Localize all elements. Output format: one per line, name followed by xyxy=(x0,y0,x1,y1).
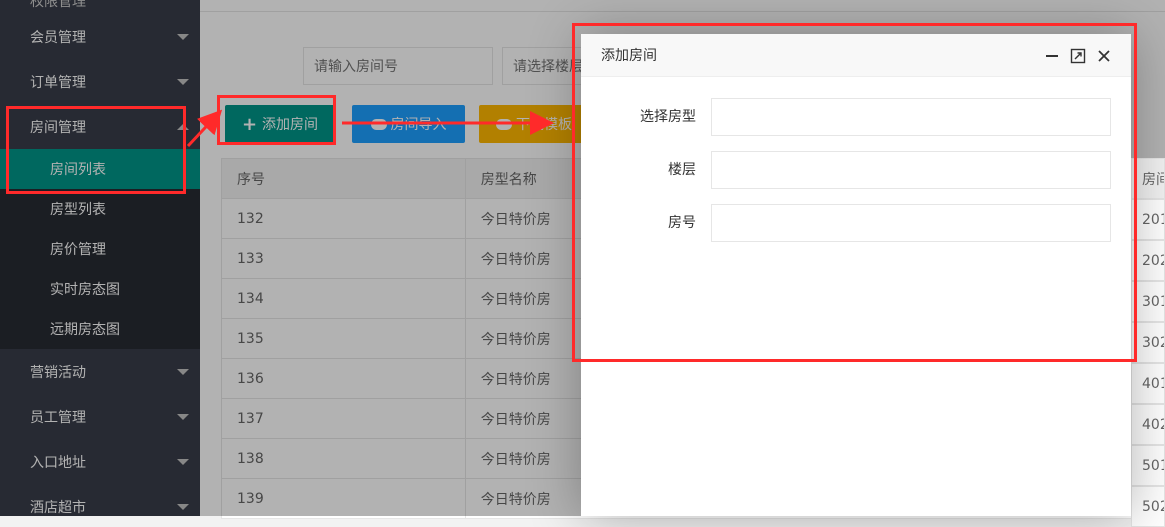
close-icon[interactable] xyxy=(1093,45,1115,67)
cell-room: 301 xyxy=(1131,281,1165,322)
floor-input[interactable] xyxy=(711,151,1111,189)
form-row-room-type: 选择房型 xyxy=(581,98,1131,136)
cell-room: 502 xyxy=(1131,486,1165,527)
room-number-label: 房号 xyxy=(668,215,696,231)
floor-label: 楼层 xyxy=(668,162,696,178)
dialog-tools xyxy=(1037,34,1115,77)
cell-room: 402 xyxy=(1131,404,1165,445)
cell-room: 302 xyxy=(1131,322,1165,363)
column-header-room: 房间 xyxy=(1131,158,1165,199)
cell-room: 201 xyxy=(1131,199,1165,240)
add-room-dialog: 添加房间 选择房型 楼层 房号 xyxy=(581,34,1131,516)
cell-room: 202 xyxy=(1131,240,1165,281)
room-number-input[interactable] xyxy=(711,204,1111,242)
maximize-icon[interactable] xyxy=(1067,45,1089,67)
form-row-floor: 楼层 xyxy=(581,151,1131,189)
dialog-header: 添加房间 xyxy=(581,34,1131,77)
room-column-clipped: 房间 201 202 301 302 401 402 501 502 xyxy=(1131,158,1165,527)
dialog-title: 添加房间 xyxy=(601,48,657,64)
form-row-room-number: 房号 xyxy=(581,204,1131,242)
minimize-icon[interactable] xyxy=(1041,45,1063,67)
cell-room: 401 xyxy=(1131,363,1165,404)
cell-room: 501 xyxy=(1131,445,1165,486)
room-type-select[interactable] xyxy=(711,98,1111,136)
room-type-label: 选择房型 xyxy=(640,109,696,125)
